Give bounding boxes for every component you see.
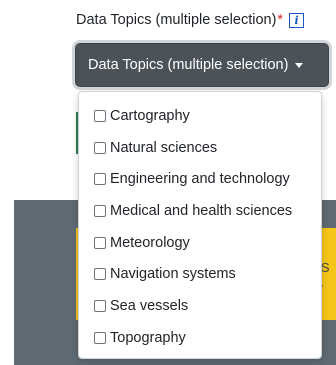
option-sea-vessels[interactable]: Sea vessels [79,290,321,322]
option-label: Sea vessels [110,297,189,314]
option-label: Meteorology [110,234,190,251]
caret-down-icon [295,62,304,68]
dropdown-button-label: Data Topics (multiple selection) [88,57,289,73]
option-label: Cartography [110,107,190,124]
checkbox-icon[interactable] [94,268,106,281]
option-cartography[interactable]: Cartography [79,100,321,132]
checkbox-icon[interactable] [94,331,106,344]
option-navigation-systems[interactable]: Navigation systems [79,258,321,290]
checkbox-icon[interactable] [94,173,106,186]
option-natural-sciences[interactable]: Natural sciences [79,132,321,164]
data-topics-dropdown-menu: Cartography Natural sciences Engineering… [78,91,322,359]
option-label: Navigation systems [110,266,236,283]
checkbox-icon[interactable] [94,109,106,122]
option-medical-and-health-sciences[interactable]: Medical and health sciences [79,195,321,227]
option-label: Engineering and technology [110,171,290,188]
required-marker: * [277,12,284,28]
field-label-text: Data Topics (multiple selection) [76,12,277,28]
option-engineering-and-technology[interactable]: Engineering and technology [79,163,321,195]
checkbox-icon[interactable] [94,141,106,154]
checkbox-icon[interactable] [94,204,106,217]
data-topics-dropdown-button[interactable]: Data Topics (multiple selection) [75,43,329,87]
option-meteorology[interactable]: Meteorology [79,227,321,259]
option-label: Medical and health sciences [110,202,293,219]
info-icon[interactable]: i [289,12,305,28]
checkbox-icon[interactable] [94,236,106,249]
option-label: Topography [110,329,186,346]
field-label: Data Topics (multiple selection) * i [76,10,305,30]
option-label: Natural sciences [110,139,218,156]
checkbox-icon[interactable] [94,299,106,312]
option-topography[interactable]: Topography [79,322,321,354]
